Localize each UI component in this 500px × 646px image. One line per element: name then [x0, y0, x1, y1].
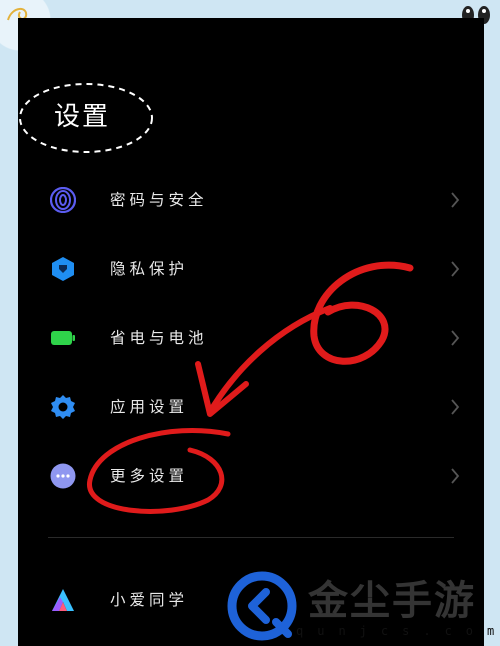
- menu-item-label: 小爱同学: [110, 591, 189, 609]
- page-title: 设置: [54, 102, 111, 132]
- shield-icon: [52, 257, 74, 281]
- menu-item-app-settings[interactable]: 应用设置: [18, 382, 484, 432]
- xiaoai-icon: [52, 589, 74, 611]
- section-divider: [48, 537, 454, 538]
- menu-item-battery[interactable]: 省电与电池: [18, 313, 484, 363]
- gear-icon: [51, 395, 75, 419]
- menu-item-password-security[interactable]: 密码与安全: [18, 175, 484, 225]
- menu-item-label: 隐私保护: [110, 260, 189, 278]
- chevron-right-icon: [451, 261, 460, 277]
- watermark-url: qunjcs.com: [296, 624, 500, 638]
- fingerprint-icon: [50, 187, 76, 213]
- chevron-right-icon: [451, 399, 460, 415]
- chevron-right-icon: [451, 468, 460, 484]
- menu-item-label: 省电与电池: [110, 329, 208, 347]
- menu-item-label: 更多设置: [110, 467, 189, 485]
- page-title-area: 设置: [18, 80, 156, 153]
- watermark-logo-icon: [227, 571, 297, 641]
- chevron-right-icon: [451, 192, 460, 208]
- chevron-right-icon: [451, 330, 460, 346]
- more-dots-icon: [50, 463, 76, 489]
- battery-icon: [51, 331, 75, 345]
- menu-item-privacy[interactable]: 隐私保护: [18, 244, 484, 294]
- menu-item-label: 应用设置: [110, 398, 189, 416]
- menu-item-label: 密码与安全: [110, 191, 208, 209]
- phone-screen: 设置 密码与安全 隐私保护 省电与电池 应用设置 更多设置 小爱同学: [18, 18, 484, 646]
- menu-item-more-settings[interactable]: 更多设置: [18, 451, 484, 501]
- watermark-brand: 金尘手游: [308, 578, 476, 624]
